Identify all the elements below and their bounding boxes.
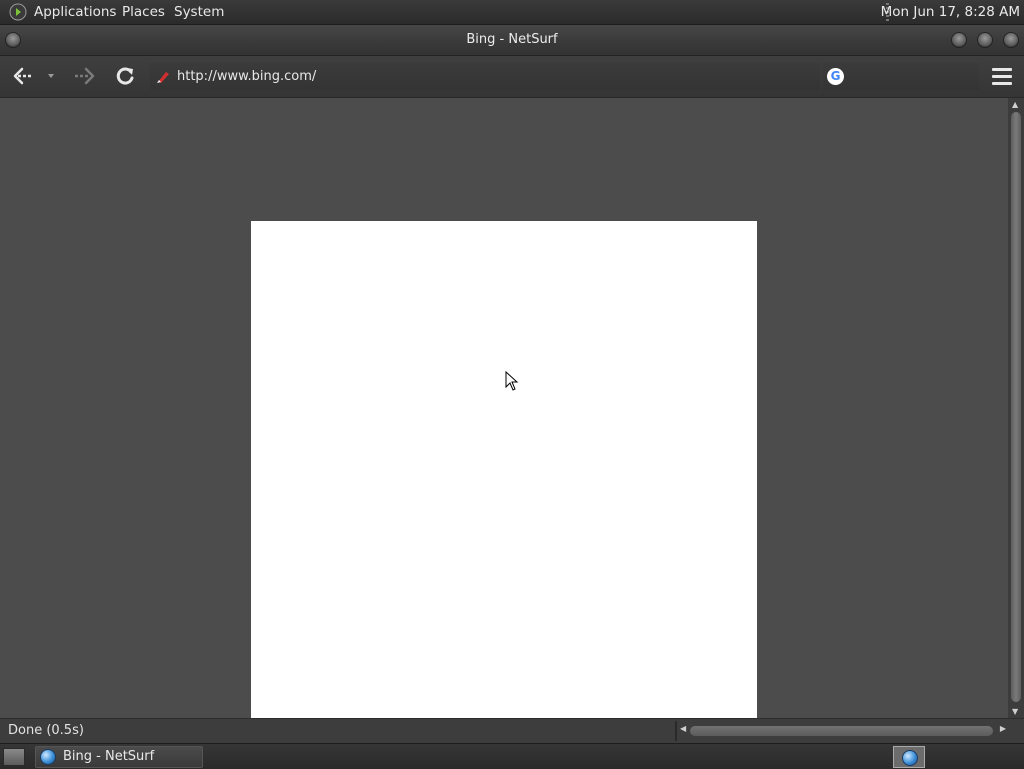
- main-menu-button[interactable]: [992, 68, 1012, 86]
- globe-icon: [40, 749, 56, 765]
- clock[interactable]: Mon Jun 17, 8:28 AM: [881, 0, 1020, 24]
- chevron-down-icon: [48, 74, 54, 78]
- url-input[interactable]: http://www.bing.com/: [177, 63, 316, 90]
- forward-button[interactable]: [72, 64, 98, 88]
- window-title: Bing - NetSurf: [466, 32, 558, 47]
- show-desktop-icon[interactable]: [3, 748, 25, 766]
- menu-applications[interactable]: Applications: [34, 0, 116, 24]
- status-divider[interactable]: [675, 721, 677, 741]
- menu-system[interactable]: System: [174, 0, 224, 24]
- url-bar[interactable]: http://www.bing.com/: [150, 63, 820, 90]
- page-content[interactable]: [251, 221, 757, 718]
- history-dropdown[interactable]: [44, 64, 58, 88]
- page-viewport[interactable]: [0, 98, 1008, 718]
- maximize-button[interactable]: [977, 32, 993, 48]
- applications-logo-icon[interactable]: [9, 3, 27, 21]
- taskbar-item[interactable]: Bing - NetSurf: [35, 746, 203, 768]
- reload-button[interactable]: [112, 64, 138, 88]
- status-text: Done (0.5s): [8, 723, 84, 738]
- browser-toolbar: http://www.bing.com/ G: [0, 56, 1024, 98]
- taskbar-item-label: Bing - NetSurf: [63, 749, 155, 764]
- minimize-button[interactable]: [951, 32, 967, 48]
- workspace-globe-icon: [902, 750, 918, 766]
- vertical-scroll-thumb[interactable]: [1011, 112, 1021, 702]
- close-button[interactable]: [1003, 32, 1019, 48]
- google-search-icon[interactable]: G: [827, 68, 844, 85]
- search-bar[interactable]: G: [823, 63, 979, 90]
- status-bar: Done (0.5s) ◀ ▶: [0, 718, 1024, 743]
- scroll-left-icon[interactable]: ◀: [680, 724, 686, 733]
- site-favicon-icon: [156, 69, 170, 83]
- menu-places[interactable]: Places: [122, 0, 165, 24]
- scroll-right-icon[interactable]: ▶: [1000, 724, 1006, 733]
- forward-arrow-icon: [75, 67, 95, 85]
- reload-icon: [116, 67, 134, 85]
- scroll-down-icon[interactable]: ▼: [1012, 707, 1018, 716]
- hamburger-icon: [992, 68, 1012, 85]
- window-titlebar[interactable]: Bing - NetSurf: [0, 25, 1024, 56]
- top-panel: Applications Places System Mon Jun 17, 8…: [0, 0, 1024, 25]
- horizontal-scroll-thumb[interactable]: [690, 726, 993, 736]
- bottom-panel: Bing - NetSurf: [0, 743, 1024, 769]
- back-button[interactable]: [10, 64, 36, 88]
- horizontal-scrollbar[interactable]: ◀ ▶: [678, 723, 1008, 739]
- back-arrow-icon: [13, 67, 31, 85]
- mouse-cursor-icon: [505, 371, 519, 391]
- scroll-up-icon[interactable]: ▲: [1012, 100, 1018, 109]
- vertical-scrollbar[interactable]: ▲ ▼: [1008, 98, 1024, 718]
- workspace-switcher[interactable]: [893, 746, 925, 768]
